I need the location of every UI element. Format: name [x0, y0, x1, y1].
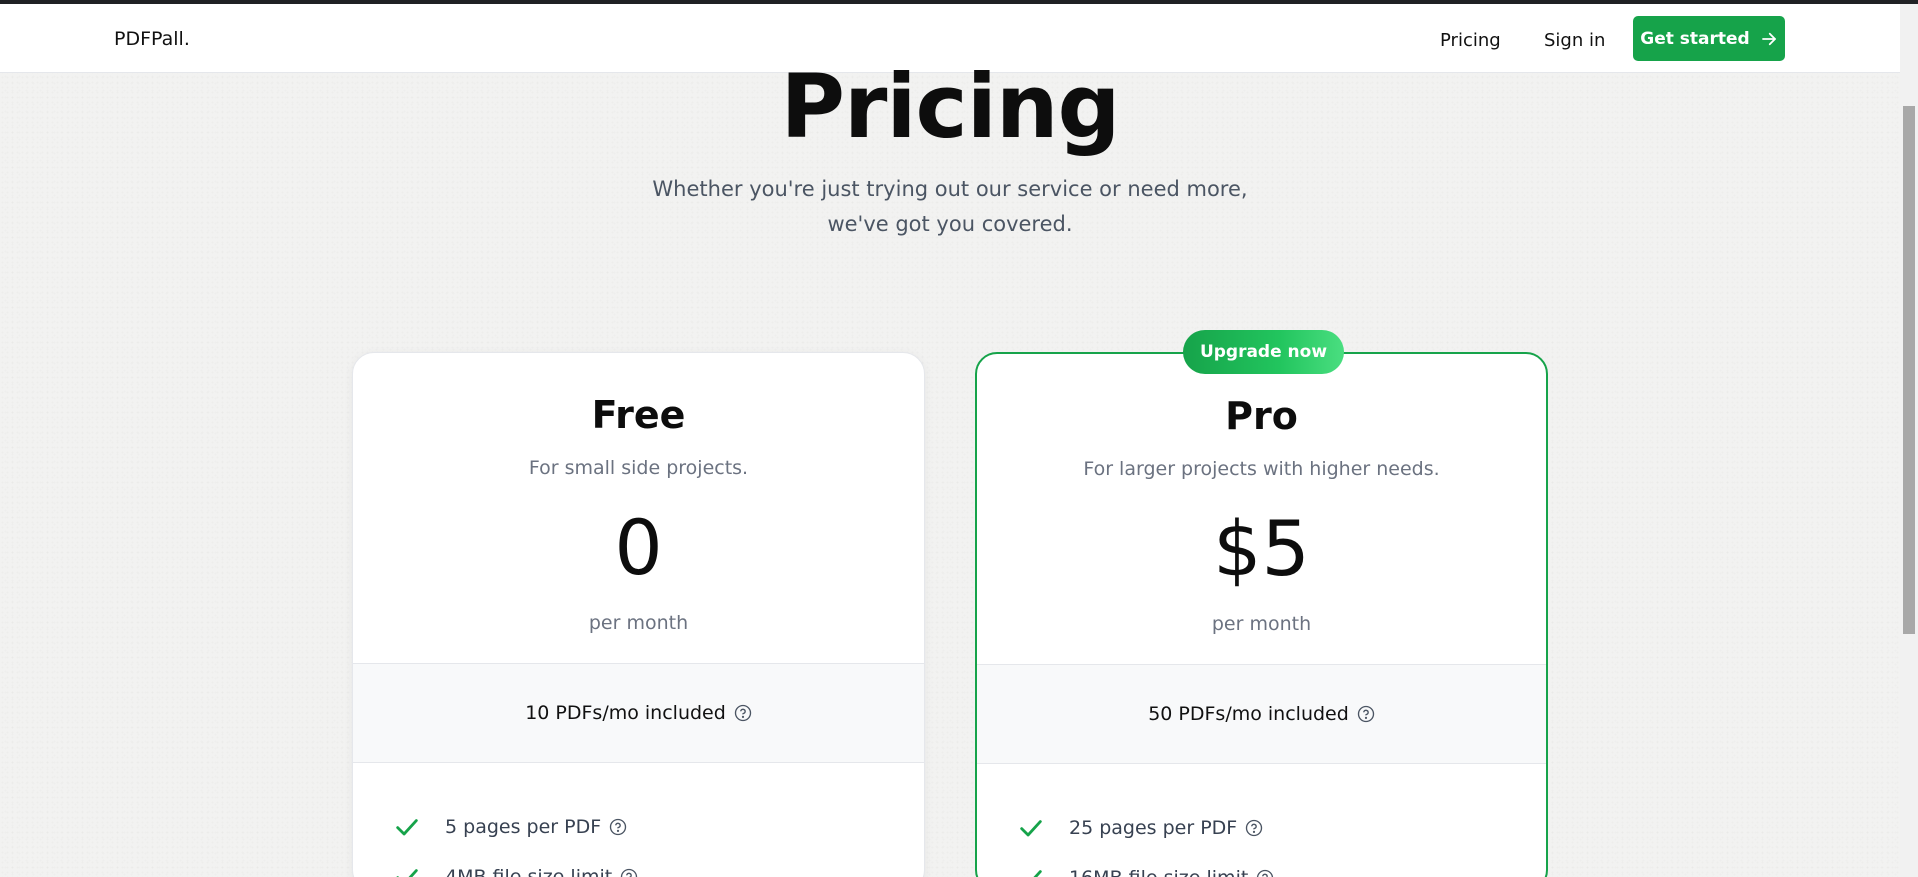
plan-quota-label: 10 PDFs/mo included — [525, 702, 726, 724]
feature-label: 25 pages per PDF — [1069, 817, 1238, 839]
help-circle-icon[interactable] — [734, 704, 752, 722]
feature-item: 25 pages per PDF — [1017, 814, 1263, 842]
feature-item: 5 pages per PDF — [393, 813, 627, 841]
help-circle-icon[interactable] — [620, 868, 638, 877]
page-subtitle: Whether you're just trying out our servi… — [652, 177, 1248, 236]
feature-label: 16MB file size limit — [1069, 867, 1248, 877]
check-icon — [396, 869, 418, 877]
plan-quota-label: 50 PDFs/mo included — [1148, 703, 1349, 725]
help-circle-icon[interactable] — [1357, 705, 1375, 723]
upgrade-now-badge[interactable]: Upgrade now — [1183, 330, 1344, 374]
plan-description: For larger projects with higher needs. — [1083, 458, 1440, 480]
help-circle-icon[interactable] — [609, 818, 627, 836]
plan-period: per month — [1211, 613, 1312, 635]
nav-signin-link[interactable]: Sign in — [1544, 30, 1605, 51]
plan-price: $5 — [1213, 504, 1310, 593]
nav-pricing-link[interactable]: Pricing — [1440, 30, 1501, 51]
plan-name: Pro — [1225, 394, 1298, 438]
plan-name: Free — [591, 393, 686, 437]
plan-description: For small side projects. — [528, 457, 749, 479]
plan-period: per month — [588, 612, 689, 634]
arrow-right-icon — [1761, 32, 1776, 45]
plan-quota: 10 PDFs/mo included — [353, 663, 924, 763]
brand-logo[interactable]: PDFPall. — [114, 28, 190, 50]
get-started-label: Get started — [1640, 28, 1750, 49]
page-title: Pricing — [780, 55, 1120, 158]
plan-quota: 50 PDFs/mo included — [977, 664, 1546, 764]
check-icon — [1020, 820, 1042, 837]
plan-card-body: Pro For larger projects with higher need… — [977, 354, 1546, 877]
plan-card-pro: Upgrade now Pro For larger projects with… — [975, 330, 1548, 877]
help-circle-icon[interactable] — [1245, 819, 1263, 837]
feature-item: 4MB file size limit — [393, 863, 638, 877]
plan-card-free: Free For small side projects. 0 per mont… — [352, 352, 925, 877]
check-icon — [396, 819, 418, 836]
check-icon — [1033, 870, 1042, 877]
feature-item: 16MB file size limit — [1017, 864, 1274, 877]
feature-label: 4MB file size limit — [445, 866, 613, 877]
feature-label: 5 pages per PDF — [445, 816, 602, 838]
scrollbar-thumb[interactable] — [1903, 106, 1915, 634]
plan-price: 0 — [614, 503, 663, 592]
help-circle-icon[interactable] — [1256, 869, 1274, 877]
